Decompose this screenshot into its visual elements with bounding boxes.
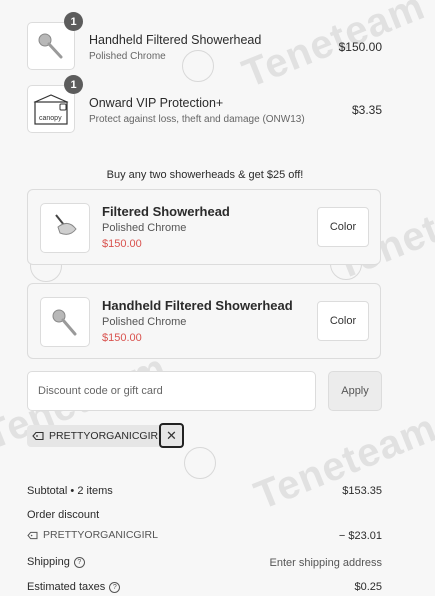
tag-icon: [32, 431, 44, 441]
applied-discount-tag: PRETTYORGANICGIRL: [27, 425, 170, 447]
upsell-thumbnail: [40, 203, 90, 253]
applied-code-text: PRETTYORGANICGIRL: [49, 430, 164, 442]
color-select-button[interactable]: Color: [317, 301, 369, 341]
showerhead-icon: [38, 33, 63, 59]
shipping-label-text: Shipping: [27, 556, 70, 568]
close-icon: ✕: [166, 427, 177, 443]
upsell-title: Handheld Filtered Showerhead: [102, 298, 293, 313]
estimated-taxes-value: $0.25: [354, 581, 382, 593]
subtotal-value: $153.35: [342, 485, 382, 497]
upsell-card: Handheld Filtered Showerhead Polished Ch…: [27, 283, 381, 359]
watermark-text: Teneteam: [236, 0, 431, 97]
cart-item-price: $3.35: [351, 103, 382, 117]
upsell-variant: Polished Chrome: [102, 316, 187, 328]
cart-item-price: $150.00: [338, 40, 382, 54]
upsell-price: $150.00: [102, 238, 142, 250]
upsell-thumbnail: [40, 297, 90, 347]
order-discount-value: − $23.01: [338, 530, 382, 542]
discount-placeholder: Discount code or gift card: [38, 385, 163, 397]
taxes-label-text: Estimated taxes: [27, 581, 106, 593]
upsell-price: $150.00: [102, 332, 142, 344]
apply-button[interactable]: Apply: [328, 371, 382, 411]
promo-banner: Buy any two showerheads & get $25 off!: [106, 169, 304, 181]
showerhead-icon: [52, 309, 77, 336]
quantity-badge: 1: [64, 12, 83, 31]
color-select-button[interactable]: Color: [317, 207, 369, 247]
tag-icon: [27, 531, 38, 539]
discount-code-input[interactable]: Discount code or gift card: [27, 371, 316, 411]
cart-item-variant: Polished Chrome: [89, 51, 166, 62]
cart-item-title: Handheld Filtered Showerhead: [89, 33, 262, 47]
remove-discount-button[interactable]: ✕: [159, 423, 184, 448]
upsell-title: Filtered Showerhead: [102, 204, 230, 219]
upsell-variant: Polished Chrome: [102, 222, 187, 234]
cart-item-variant: Protect against loss, theft and damage (…: [89, 114, 305, 125]
order-discount-code: PRETTYORGANICGIRL: [27, 529, 158, 541]
shipping-value: Enter shipping address: [269, 557, 382, 569]
order-discount-code-text: PRETTYORGANICGIRL: [43, 529, 158, 541]
watermark-seal-icon: [182, 50, 214, 82]
estimated-taxes-label: Estimated taxes?: [27, 581, 121, 593]
help-icon[interactable]: ?: [73, 556, 85, 568]
canopy-logo-text: canopy: [39, 115, 62, 122]
help-icon[interactable]: ?: [109, 581, 121, 593]
quantity-badge: 1: [64, 75, 83, 94]
order-discount-label: Order discount: [27, 509, 100, 521]
upsell-card: Filtered Showerhead Polished Chrome $150…: [27, 189, 381, 265]
showerhead-icon: [55, 214, 77, 235]
cart-item-title: Onward VIP Protection+: [89, 96, 224, 110]
watermark-seal-icon: [184, 447, 216, 479]
shipping-label: Shipping?: [27, 556, 85, 568]
subtotal-label: Subtotal • 2 items: [27, 485, 113, 497]
watermark-text: Teneteam: [248, 405, 435, 519]
